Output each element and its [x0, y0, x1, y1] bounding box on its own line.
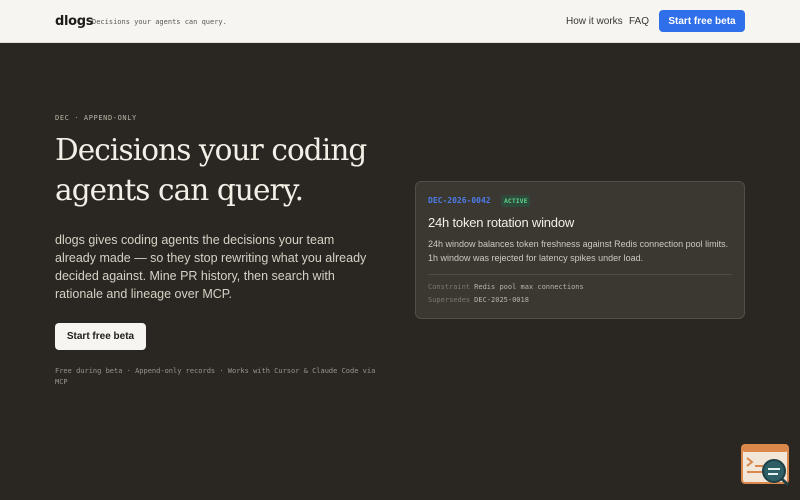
- hero-footnote: Free during beta · Append-only records ·…: [55, 367, 376, 386]
- terminal-search-icon[interactable]: [741, 444, 791, 488]
- meta-key: Constraint: [428, 283, 471, 291]
- decision-card: DEC-2026-0042 ACTIVE 24h token rotation …: [415, 181, 745, 319]
- meta-row-supersedes: Supersedes DEC-2025-0018: [428, 296, 529, 304]
- decision-id: DEC-2026-0042: [428, 196, 491, 205]
- meta-value: Redis pool max connections: [474, 283, 584, 291]
- header-start-beta-button[interactable]: Start free beta: [659, 10, 745, 32]
- site-header: dlogs Decisions your agents can query. H…: [0, 0, 800, 43]
- meta-row-constraint: Constraint Redis pool max connections: [428, 283, 584, 291]
- status-badge: ACTIVE: [501, 195, 531, 207]
- hero-eyebrow: DEC · APPEND-ONLY: [55, 114, 137, 122]
- decision-title: 24h token rotation window: [428, 215, 575, 230]
- decision-rationale: 24h window balances token freshness agai…: [428, 239, 729, 263]
- nav-link-faq[interactable]: FAQ: [629, 16, 649, 27]
- nav-link-how-it-works[interactable]: How it works: [566, 16, 623, 27]
- hero-start-beta-button[interactable]: Start free beta: [55, 323, 146, 350]
- hero-headline: Decisions your coding agents can query.: [55, 133, 367, 207]
- logo[interactable]: dlogs: [55, 14, 94, 29]
- header-tagline: Decisions your agents can query.: [92, 18, 227, 26]
- meta-key: Supersedes: [428, 296, 471, 304]
- meta-value: DEC-2025-0018: [474, 296, 529, 304]
- card-divider: [428, 274, 732, 275]
- hero-description: dlogs gives coding agents the decisions …: [55, 233, 367, 301]
